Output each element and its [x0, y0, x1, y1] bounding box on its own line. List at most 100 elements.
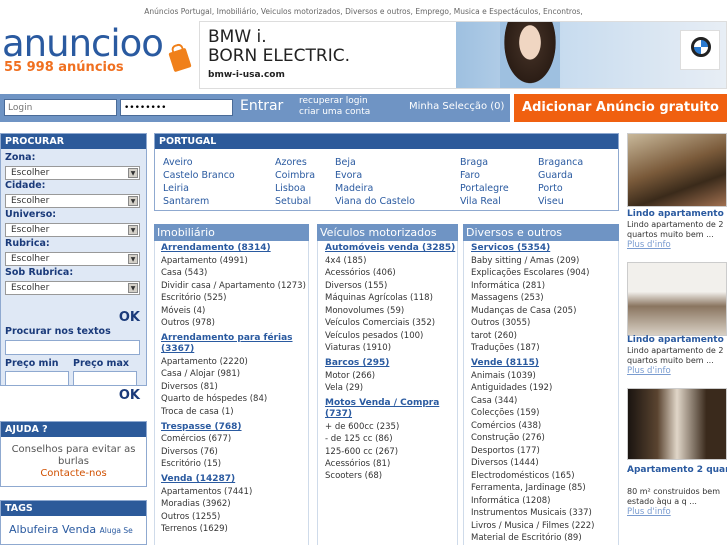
ad-banner[interactable]: BMW i. BORN ELECTRIC. bmw-i-usa.com — [199, 21, 727, 89]
featured-ad-title[interactable]: Lindo apartamento ... — [627, 209, 727, 219]
region-link[interactable]: Castelo Branco — [163, 170, 235, 181]
veiculos-header[interactable]: Veículos motorizados — [317, 224, 458, 241]
subcategory-link[interactable]: Escritório (15) — [161, 459, 221, 469]
subcategory-link[interactable]: Informática (1208) — [471, 496, 550, 506]
subcategory-link[interactable]: Troca de casa (1) — [161, 407, 234, 417]
subcategory-link[interactable]: Ferramenta, Jardinage (85) — [471, 483, 586, 493]
subcategory-link[interactable]: Apartamento (4991) — [161, 256, 248, 266]
subcategory-link[interactable]: Outros (1255) — [161, 512, 220, 522]
category-link[interactable]: Venda (14287) — [161, 474, 235, 484]
sob-rubrica-select[interactable]: Escolher ▼ — [5, 281, 140, 295]
category-link[interactable]: Barcos (295) — [325, 358, 389, 368]
subcategory-link[interactable]: Acessórios (406) — [325, 268, 396, 278]
subcategory-link[interactable]: Material de Escritório (89) — [471, 533, 582, 543]
category-link[interactable]: Vende (8115) — [471, 358, 539, 368]
login-input[interactable] — [4, 99, 117, 116]
subcategory-link[interactable]: + de 600cc (235) — [325, 422, 399, 432]
subcategory-link[interactable]: 125-600 cc (267) — [325, 447, 398, 457]
subcategory-link[interactable]: Animais (1039) — [471, 371, 536, 381]
subcategory-link[interactable]: Escritório (525) — [161, 293, 226, 303]
password-input[interactable] — [120, 99, 233, 116]
featured-ad-more-link[interactable]: Plus d'info — [627, 507, 671, 517]
subcategory-link[interactable]: 4x4 (185) — [325, 256, 366, 266]
subcategory-link[interactable]: Moradias (3962) — [161, 499, 231, 509]
category-link[interactable]: Automóveis venda (3285) — [325, 243, 455, 253]
subcategory-link[interactable]: Quarto de hóspedes (84) — [161, 394, 267, 404]
subcategory-link[interactable]: Motor (266) — [325, 371, 375, 381]
ok-button-price[interactable]: OK — [119, 388, 140, 403]
region-link[interactable]: Madeira — [335, 183, 373, 194]
region-link[interactable]: Portalegre — [460, 183, 509, 194]
region-link[interactable]: Santarem — [163, 196, 209, 207]
subcategory-link[interactable]: Mudanças de Casa (205) — [471, 306, 576, 316]
cidade-select[interactable]: Escolher ▼ — [5, 194, 140, 208]
subcategory-link[interactable]: Massagens (253) — [471, 293, 544, 303]
subcategory-link[interactable]: tarot (260) — [471, 331, 517, 341]
preco-max-input[interactable] — [73, 371, 137, 386]
entrar-button[interactable]: Entrar — [240, 98, 283, 114]
subcategory-link[interactable]: Electrodomésticos (165) — [471, 471, 575, 481]
subcategory-link[interactable]: Casa / Alojar (981) — [161, 369, 240, 379]
subcategory-link[interactable]: Dividir casa / Apartamento (1273) — [161, 281, 306, 291]
tag-link[interactable]: Aluga Se — [100, 526, 133, 535]
featured-ad-photo[interactable] — [627, 262, 727, 336]
category-count[interactable]: (737) — [325, 409, 352, 419]
subcategory-link[interactable]: Scooters (68) — [325, 471, 382, 481]
subcategory-link[interactable]: Outros (3055) — [471, 318, 530, 328]
subcategory-link[interactable]: Outros (978) — [161, 318, 215, 328]
subcategory-link[interactable]: Móveis (4) — [161, 306, 205, 316]
subcategory-link[interactable]: Comércios (677) — [161, 434, 231, 444]
recover-login-link[interactable]: recuperar login — [299, 96, 370, 107]
tag-link[interactable]: Venda — [62, 523, 96, 536]
subcategory-link[interactable]: Diversos (81) — [161, 382, 218, 392]
subcategory-link[interactable]: Vela (29) — [325, 383, 363, 393]
imobiliario-header[interactable]: Imobiliário — [154, 224, 309, 241]
region-link[interactable]: Faro — [460, 170, 480, 181]
subcategory-link[interactable]: Informática (281) — [471, 281, 545, 291]
region-link[interactable]: Guarda — [538, 170, 573, 181]
region-link[interactable]: Leiria — [163, 183, 189, 194]
subcategory-link[interactable]: Construção (276) — [471, 433, 545, 443]
featured-ad-more-link[interactable]: Plus d'info — [627, 366, 671, 376]
fraud-advice-link[interactable]: Conselhos para evitar as burlas — [1, 444, 146, 468]
region-link[interactable]: Porto — [538, 183, 563, 194]
featured-ad-photo[interactable] — [627, 133, 727, 207]
featured-ad-photo[interactable] — [627, 388, 727, 460]
zona-select[interactable]: Escolher ▼ — [5, 166, 140, 180]
category-link[interactable]: Arrendamento (8314) — [161, 243, 271, 253]
subcategory-link[interactable]: Desportos (177) — [471, 446, 540, 456]
subcategory-link[interactable]: Veículos pesados (100) — [325, 331, 423, 341]
subcategory-link[interactable]: Veículos Comerciais (352) — [325, 318, 435, 328]
preco-min-input[interactable] — [5, 371, 69, 386]
subcategory-link[interactable]: Instrumentos Musicais (337) — [471, 508, 592, 518]
category-link[interactable]: Motos Venda / Compra — [325, 398, 439, 408]
subcategory-link[interactable]: Viaturas (1910) — [325, 343, 391, 353]
subcategory-link[interactable]: Traduções (187) — [471, 343, 540, 353]
rubrica-select[interactable]: Escolher ▼ — [5, 252, 140, 266]
add-ad-button[interactable]: Adicionar Anúncio gratuito — [514, 94, 727, 122]
subcategory-link[interactable]: Terrenos (1629) — [161, 524, 228, 534]
subcategory-link[interactable]: Monovolumes (59) — [325, 306, 404, 316]
subcategory-link[interactable]: Explicações Escolares (904) — [471, 268, 589, 278]
region-link[interactable]: Vila Real — [460, 196, 501, 207]
create-account-link[interactable]: criar uma conta — [299, 107, 370, 118]
subcategory-link[interactable]: Casa (344) — [471, 396, 517, 406]
region-link[interactable]: Viseu — [538, 196, 564, 207]
subcategory-link[interactable]: Baby sitting / Amas (209) — [471, 256, 579, 266]
featured-ad-more-link[interactable]: Plus d'info — [627, 240, 671, 250]
ok-button[interactable]: OK — [119, 310, 140, 325]
featured-ad-title[interactable]: Apartamento 2 quar ... — [627, 465, 727, 475]
search-text-input[interactable] — [5, 340, 140, 355]
contact-link[interactable]: Contacte-nos — [1, 468, 146, 480]
diversos-header[interactable]: Diversos e outros — [463, 224, 619, 241]
subcategory-link[interactable]: Diversos (1444) — [471, 458, 539, 468]
subcategory-link[interactable]: Casa (543) — [161, 268, 207, 278]
region-link[interactable]: Azores — [275, 157, 307, 168]
region-link[interactable]: Beja — [335, 157, 356, 168]
my-selection-link[interactable]: Minha Selecção (0) — [409, 101, 504, 112]
region-link[interactable]: Braga — [460, 157, 488, 168]
category-link[interactable]: Servicos (5354) — [471, 243, 550, 253]
subcategory-link[interactable]: Apartamentos (7441) — [161, 487, 252, 497]
tag-link[interactable]: Albufeira — [9, 523, 59, 536]
subcategory-link[interactable]: Antiguidades (192) — [471, 383, 552, 393]
